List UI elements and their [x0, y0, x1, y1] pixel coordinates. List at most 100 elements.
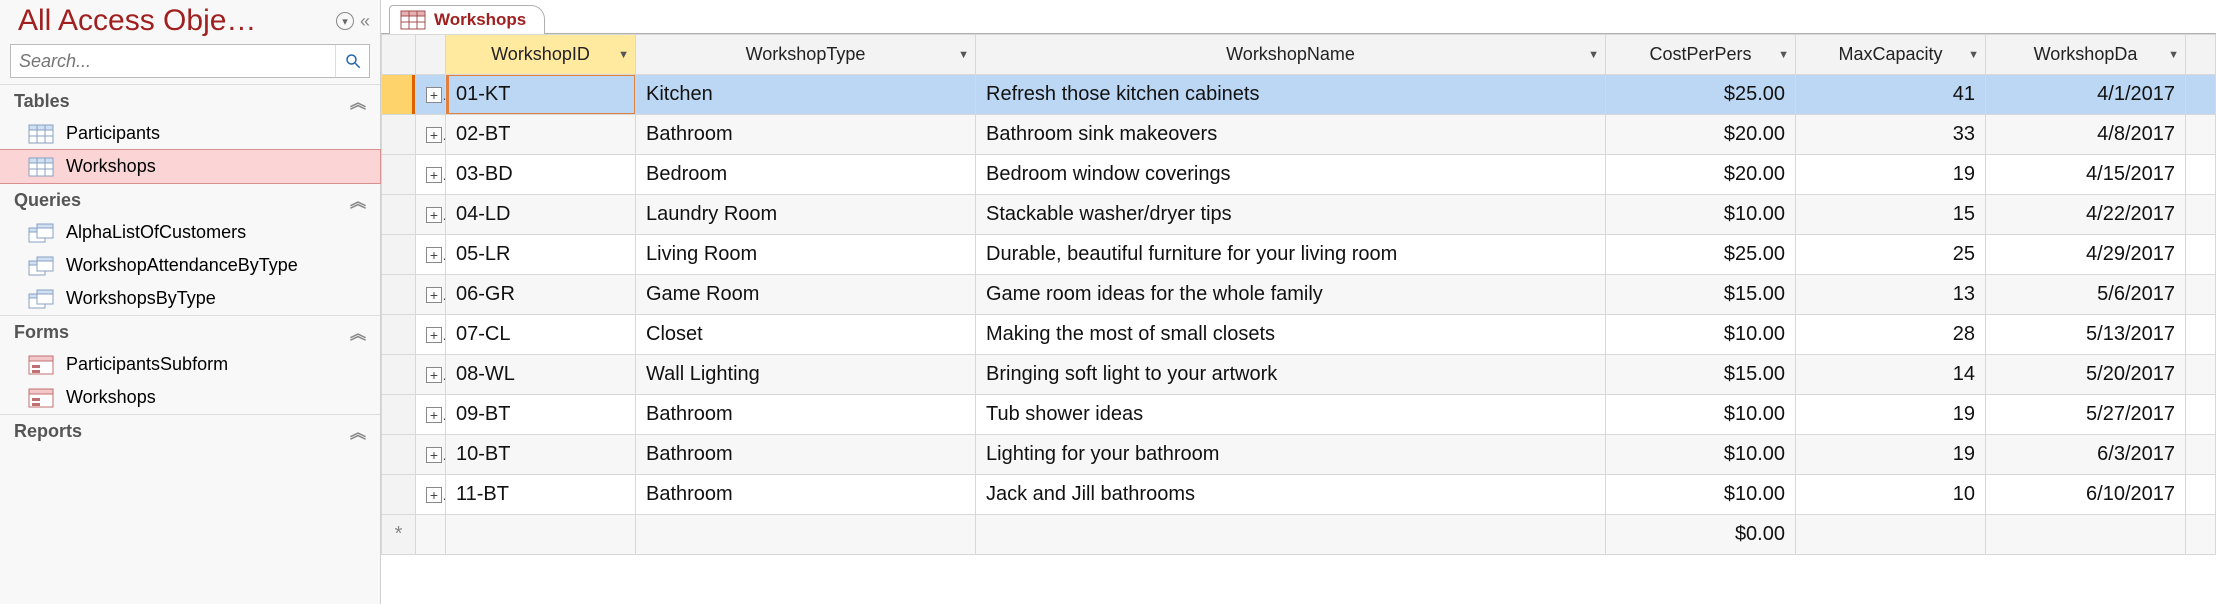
expand-row-icon[interactable]: + [416, 75, 446, 115]
cell-costperpers[interactable]: $25.00 [1606, 235, 1796, 275]
cell-workshoptype[interactable]: Bathroom [636, 115, 976, 155]
chevron-up-icon[interactable]: ︽ [350, 89, 366, 113]
column-header-workshopid[interactable]: WorkshopID▼ [446, 35, 636, 75]
table-row[interactable]: +07-CLClosetMaking the most of small clo… [382, 315, 2216, 355]
cell-workshopdate[interactable]: 4/1/2017 [1986, 75, 2186, 115]
cell-workshopname[interactable]: Refresh those kitchen cabinets [976, 75, 1606, 115]
nav-header[interactable]: All Access Obje… ▾ « [0, 0, 380, 42]
cell-maxcapacity[interactable] [1796, 515, 1986, 555]
cell-workshoptype[interactable] [636, 515, 976, 555]
row-selector[interactable] [382, 235, 416, 275]
cell-workshopid[interactable]: 10-BT [446, 435, 636, 475]
cell-maxcapacity[interactable]: 33 [1796, 115, 1986, 155]
nav-item-workshopsbytype[interactable]: WorkshopsByType [0, 282, 380, 315]
expand-row-icon[interactable]: + [416, 395, 446, 435]
expand-row-icon[interactable]: + [416, 275, 446, 315]
cell-overflow[interactable] [2186, 75, 2216, 115]
column-header-workshopdate[interactable]: WorkshopDa▼ [1986, 35, 2186, 75]
cell-workshoptype[interactable]: Kitchen [636, 75, 976, 115]
cell-workshopname[interactable]: Durable, beautiful furniture for your li… [976, 235, 1606, 275]
expand-row-icon[interactable]: + [416, 155, 446, 195]
nav-group-reports[interactable]: Reports︽ [0, 414, 380, 447]
column-dropdown-icon[interactable]: ▼ [1588, 49, 1599, 61]
cell-workshopid[interactable]: 03-BD [446, 155, 636, 195]
cell-costperpers[interactable]: $10.00 [1606, 435, 1796, 475]
cell-workshopname[interactable]: Jack and Jill bathrooms [976, 475, 1606, 515]
row-selector[interactable] [382, 395, 416, 435]
nav-group-tables[interactable]: Tables︽ [0, 84, 380, 117]
expand-row-icon[interactable]: + [416, 315, 446, 355]
table-row[interactable]: +03-BDBedroomBedroom window coverings$20… [382, 155, 2216, 195]
chevron-up-icon[interactable]: ︽ [350, 188, 366, 212]
nav-item-workshops[interactable]: Workshops [0, 150, 380, 183]
row-selector[interactable] [382, 475, 416, 515]
cell-workshopname[interactable]: Bringing soft light to your artwork [976, 355, 1606, 395]
column-dropdown-icon[interactable]: ▼ [1778, 49, 1789, 61]
cell-maxcapacity[interactable]: 41 [1796, 75, 1986, 115]
cell-overflow[interactable] [2186, 235, 2216, 275]
cell-workshopdate[interactable]: 4/29/2017 [1986, 235, 2186, 275]
column-dropdown-icon[interactable]: ▼ [958, 49, 969, 61]
cell-maxcapacity[interactable]: 28 [1796, 315, 1986, 355]
cell-costperpers[interactable]: $10.00 [1606, 475, 1796, 515]
cell-costperpers[interactable]: $20.00 [1606, 115, 1796, 155]
cell-workshopname[interactable]: Lighting for your bathroom [976, 435, 1606, 475]
row-selector[interactable] [382, 195, 416, 235]
nav-item-alphalistofcustomers[interactable]: AlphaListOfCustomers [0, 216, 380, 249]
cell-workshopname[interactable]: Making the most of small closets [976, 315, 1606, 355]
cell-overflow[interactable] [2186, 435, 2216, 475]
table-row[interactable]: +11-BTBathroomJack and Jill bathrooms$10… [382, 475, 2216, 515]
cell-costperpers[interactable]: $10.00 [1606, 195, 1796, 235]
nav-item-workshops[interactable]: Workshops [0, 381, 380, 414]
cell-workshopname[interactable]: Tub shower ideas [976, 395, 1606, 435]
row-selector[interactable] [382, 315, 416, 355]
expand-row-icon[interactable]: + [416, 435, 446, 475]
expand-row-icon[interactable]: + [416, 235, 446, 275]
cell-overflow[interactable] [2186, 395, 2216, 435]
cell-workshopdate[interactable]: 4/15/2017 [1986, 155, 2186, 195]
nav-item-participants[interactable]: Participants [0, 117, 380, 150]
collapse-pane-icon[interactable]: « [360, 11, 370, 32]
search-icon[interactable] [335, 45, 369, 77]
nav-group-forms[interactable]: Forms︽ [0, 315, 380, 348]
column-header-workshoptype[interactable]: WorkshopType▼ [636, 35, 976, 75]
cell-maxcapacity[interactable]: 14 [1796, 355, 1986, 395]
nav-search[interactable] [10, 44, 370, 78]
nav-item-participantssubform[interactable]: ParticipantsSubform [0, 348, 380, 381]
cell-overflow[interactable] [2186, 475, 2216, 515]
expand-row-icon[interactable]: + [416, 195, 446, 235]
expand-row-icon[interactable]: + [416, 115, 446, 155]
cell-workshopname[interactable]: Stackable washer/dryer tips [976, 195, 1606, 235]
row-selector[interactable] [382, 155, 416, 195]
table-row[interactable]: +09-BTBathroomTub shower ideas$10.00195/… [382, 395, 2216, 435]
cell-costperpers[interactable]: $10.00 [1606, 395, 1796, 435]
cell-workshopid[interactable]: 04-LD [446, 195, 636, 235]
cell-overflow[interactable] [2186, 355, 2216, 395]
table-row[interactable]: +01-KTKitchenRefresh those kitchen cabin… [382, 75, 2216, 115]
cell-overflow[interactable] [2186, 315, 2216, 355]
cell-workshopname[interactable] [976, 515, 1606, 555]
cell-costperpers[interactable]: $25.00 [1606, 75, 1796, 115]
cell-overflow[interactable] [2186, 275, 2216, 315]
table-row[interactable]: +05-LRLiving RoomDurable, beautiful furn… [382, 235, 2216, 275]
cell-workshoptype[interactable]: Bathroom [636, 435, 976, 475]
cell-maxcapacity[interactable]: 19 [1796, 395, 1986, 435]
cell-maxcapacity[interactable]: 15 [1796, 195, 1986, 235]
expand-row-icon[interactable]: + [416, 475, 446, 515]
cell-workshoptype[interactable]: Bedroom [636, 155, 976, 195]
table-row[interactable]: +02-BTBathroomBathroom sink makeovers$20… [382, 115, 2216, 155]
nav-group-queries[interactable]: Queries︽ [0, 183, 380, 216]
cell-workshopid[interactable]: 09-BT [446, 395, 636, 435]
cell-workshopdate[interactable]: 6/3/2017 [1986, 435, 2186, 475]
cell-overflow[interactable] [2186, 515, 2216, 555]
cell-workshoptype[interactable]: Closet [636, 315, 976, 355]
nav-item-workshopattendancebytype[interactable]: WorkshopAttendanceByType [0, 249, 380, 282]
cell-workshopdate[interactable]: 5/27/2017 [1986, 395, 2186, 435]
expand-column-header[interactable] [416, 35, 446, 75]
cell-maxcapacity[interactable]: 10 [1796, 475, 1986, 515]
cell-workshopid[interactable]: 08-WL [446, 355, 636, 395]
cell-workshopid[interactable]: 05-LR [446, 235, 636, 275]
cell-maxcapacity[interactable]: 13 [1796, 275, 1986, 315]
cell-workshopname[interactable]: Game room ideas for the whole family [976, 275, 1606, 315]
cell-costperpers[interactable]: $20.00 [1606, 155, 1796, 195]
